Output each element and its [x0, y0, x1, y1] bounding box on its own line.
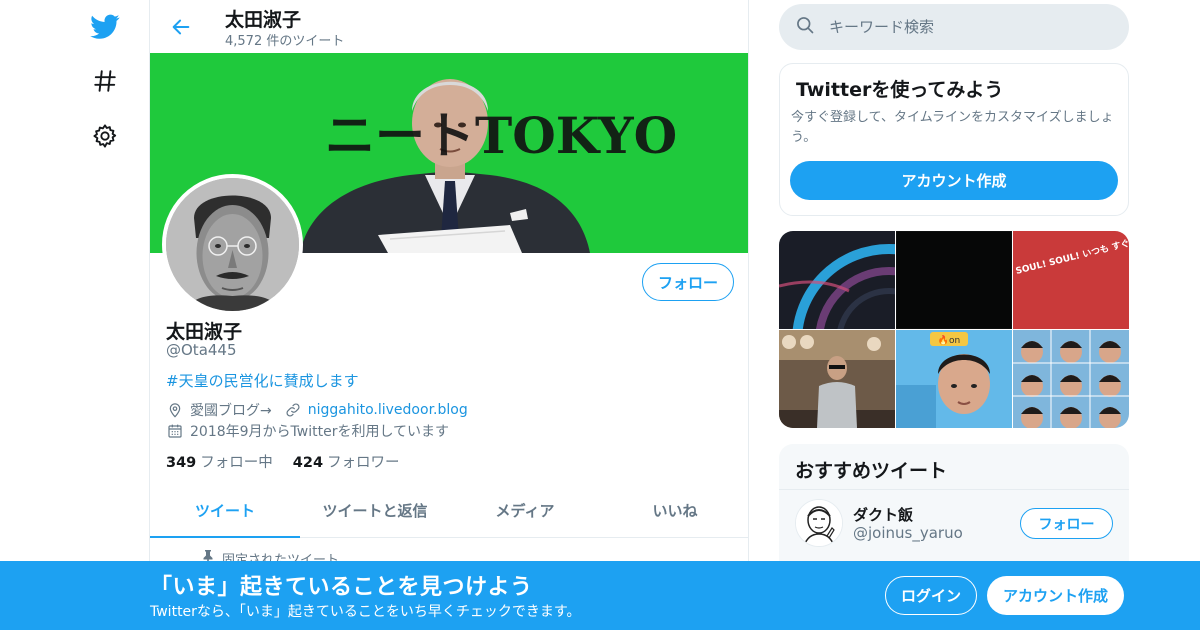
profile-location-row: 愛國ブログ→ niggahito.livedoor.blog: [166, 400, 468, 420]
media-grid: You are my SOUL! SOUL! いつも すぐそばにある 🔥on: [779, 231, 1129, 428]
media-thumbnail[interactable]: You are my SOUL! SOUL! いつも すぐそばにある: [1013, 231, 1129, 329]
banner-calligraphy-text: ニートTOKYO: [325, 106, 677, 165]
explore-hashtag-icon[interactable]: [88, 64, 122, 98]
profile-header-bar: 太田淑子 4,572 件のツイート: [150, 0, 748, 53]
profile-bio-hashtag[interactable]: #天皇の民営化に賛成します: [166, 370, 359, 391]
profile-column: 太田淑子 4,572 件のツイート ニートTOKYO フォロー 太田淑子 @Ot…: [149, 0, 749, 630]
recommended-follow-button[interactable]: フォロー: [1020, 508, 1113, 539]
login-button[interactable]: ログイン: [885, 576, 977, 615]
create-account-button[interactable]: アカウント作成: [790, 161, 1118, 200]
divider: [779, 489, 1129, 490]
profile-avatar[interactable]: [162, 174, 303, 315]
profile-location: 愛國ブログ→: [190, 403, 272, 419]
media-thumbnail[interactable]: [896, 231, 1012, 329]
calendar-icon: [166, 422, 184, 440]
twitter-bird-icon[interactable]: [88, 10, 122, 44]
settings-gear-icon[interactable]: [88, 119, 122, 153]
follow-button[interactable]: フォロー: [642, 263, 734, 301]
signup-card: Twitterを使ってみよう 今すぐ登録して、タイムラインをカスタマイズしましょ…: [779, 63, 1129, 216]
recommended-user-handle: @joinus_yaruo: [853, 524, 963, 542]
profile-tabs: ツイート ツイートと返信 メディア いいね: [150, 483, 748, 538]
search-input[interactable]: [829, 18, 1109, 36]
recommended-title: おすすめツイート: [795, 460, 948, 482]
bottom-bar-subtext: Twitterなら、「いま」起きていることをいち早くチェックできます。: [150, 604, 581, 620]
profile-joined-date: 2018年9月からTwitterを利用しています: [190, 424, 450, 440]
followers-count: 424: [292, 455, 324, 471]
header-display-name: 太田淑子: [225, 9, 302, 31]
bottom-signup-bar: 「いま」起きていることを見つけよう Twitterなら、「いま」起きていることを…: [0, 561, 1200, 630]
profile-stats: 349 フォロー中 424 フォロワー: [166, 451, 400, 472]
profile-website-link[interactable]: niggahito.livedoor.blog: [308, 402, 468, 418]
recommended-user-avatar[interactable]: [795, 499, 843, 547]
tab-likes[interactable]: いいね: [600, 483, 748, 537]
signup-card-title: Twitterを使ってみよう: [796, 79, 1004, 101]
media-thumbnail[interactable]: [779, 330, 895, 428]
tab-tweets[interactable]: ツイート: [150, 483, 300, 538]
followers-label: フォロワー: [327, 455, 400, 471]
media-thumbnail[interactable]: 🔥on: [896, 330, 1012, 428]
profile-handle: @Ota445: [166, 341, 237, 359]
media-thumbnail[interactable]: [1013, 330, 1129, 428]
followers-stat[interactable]: 424 フォロワー: [293, 451, 400, 472]
following-stat[interactable]: 349 フォロー中: [166, 451, 273, 472]
following-label: フォロー中: [200, 455, 273, 471]
search-box: [779, 4, 1129, 50]
link-icon: [284, 401, 302, 419]
bottom-bar-headline: 「いま」起きていることを見つけよう: [150, 575, 533, 600]
bottom-create-account-button[interactable]: アカウント作成: [987, 576, 1124, 615]
following-count: 349: [166, 455, 197, 471]
header-tweet-count: 4,572 件のツイート: [225, 34, 345, 49]
profile-name: 太田淑子: [166, 321, 243, 343]
location-pin-icon: [166, 401, 184, 419]
profile-joined-row: 2018年9月からTwitterを利用しています: [166, 421, 449, 441]
left-navigation: [0, 0, 150, 630]
back-arrow-icon[interactable]: [166, 12, 196, 42]
search-icon: [795, 15, 815, 39]
recommended-user-name[interactable]: ダクト飯: [853, 504, 913, 525]
media-thumbnail[interactable]: [779, 231, 895, 329]
tab-tweets-and-replies[interactable]: ツイートと返信: [300, 483, 450, 537]
media-tile-badge: 🔥on: [938, 334, 960, 346]
tab-media[interactable]: メディア: [450, 483, 600, 537]
signup-card-description: 今すぐ登録して、タイムラインをカスタマイズしましょう。: [791, 110, 1114, 145]
